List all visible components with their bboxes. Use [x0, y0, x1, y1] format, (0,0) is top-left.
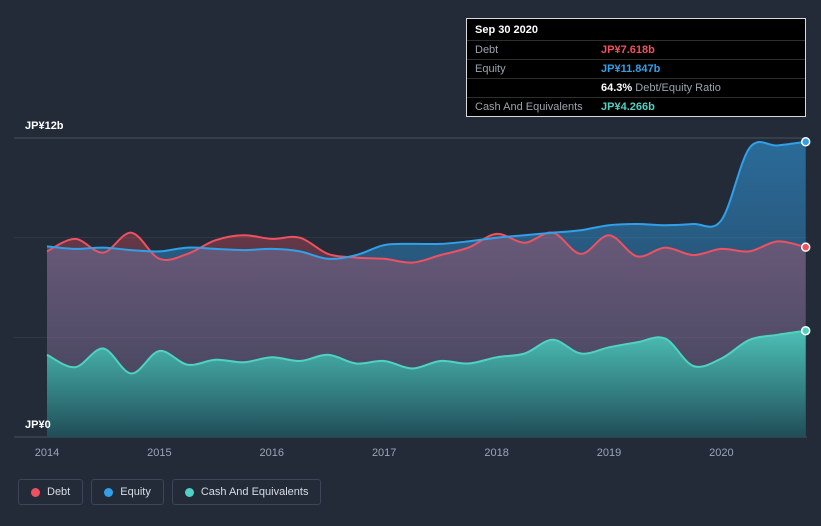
debt-endpoint-marker: [800, 242, 811, 252]
legend-item-debt[interactable]: Debt: [18, 479, 84, 505]
x-tick-2016: 2016: [259, 447, 285, 459]
tooltip-cash-value: JP¥4.266b: [601, 101, 655, 113]
tooltip-row-debt: Debt JP¥7.618b: [467, 41, 805, 60]
legend-item-cash-label: Cash And Equivalents: [200, 486, 309, 498]
x-tick-2020: 2020: [709, 447, 734, 459]
x-tick-2018: 2018: [484, 447, 509, 459]
debt-legend-dot: [31, 487, 40, 497]
debt-equity-history-panel: JP¥12b JP¥0 2014 2015 2016 2017 2018 2019 2020…: [0, 0, 821, 526]
y-axis-label-min: JP¥0: [25, 419, 51, 431]
legend-item-debt-label: Debt: [47, 486, 71, 498]
x-tick-2015: 2015: [147, 447, 172, 459]
tooltip-ratio-value: 64.3% Debt/Equity Ratio: [601, 82, 721, 94]
legend-item-equity[interactable]: Equity: [91, 479, 164, 505]
ratio-label: Debt/Equity Ratio: [635, 82, 721, 94]
x-tick-2017: 2017: [371, 447, 397, 459]
x-axis: 2014 2015 2016 2017 2018 2019 2020: [0, 447, 821, 463]
cash-legend-dot: [184, 487, 194, 497]
y-axis-label-max: JP¥12b: [25, 120, 64, 132]
legend-item-cash[interactable]: Cash And Equivalents: [171, 479, 322, 505]
tooltip-row-cash: Cash And Equivalents JP¥4.266b: [467, 98, 805, 116]
tooltip-date: Sep 30 2020: [467, 19, 805, 41]
tooltip-equity-label: Equity: [475, 63, 506, 75]
x-tick-2014: 2014: [34, 447, 60, 459]
tooltip-equity-value: JP¥11.847b: [601, 63, 661, 75]
ratio-percent: 64.3%: [601, 82, 633, 94]
legend: Debt Equity Cash And Equivalents: [18, 479, 322, 505]
equity-endpoint-marker: [800, 137, 811, 147]
tooltip-debt-value: JP¥7.618b: [601, 44, 655, 56]
cash-and-equivalents-endpoint-marker: [800, 325, 811, 336]
tooltip-cash-label: Cash And Equivalents: [475, 101, 583, 113]
equity-legend-dot: [104, 487, 114, 497]
tooltip-row-ratio: 64.3% Debt/Equity Ratio: [467, 79, 805, 98]
tooltip: Sep 30 2020 Debt JP¥7.618b Equity JP¥11.…: [466, 18, 806, 117]
x-tick-2019: 2019: [596, 447, 622, 459]
legend-item-equity-label: Equity: [120, 486, 151, 498]
tooltip-row-equity: Equity JP¥11.847b: [467, 60, 805, 79]
tooltip-debt-label: Debt: [475, 44, 499, 56]
